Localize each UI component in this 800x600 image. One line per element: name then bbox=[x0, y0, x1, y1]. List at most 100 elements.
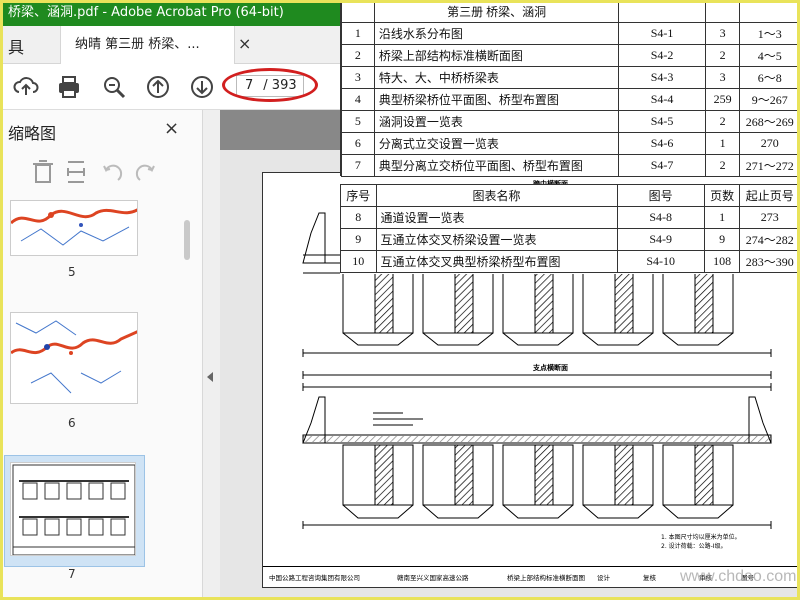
toc-cell-no: 6 bbox=[341, 132, 375, 155]
toc-cell-range: 273 bbox=[739, 206, 800, 229]
collapse-arrow-icon[interactable] bbox=[207, 372, 213, 382]
undo-icon[interactable] bbox=[103, 164, 123, 181]
document-tab-label: 纳晴 第三册 桥梁、... bbox=[75, 37, 200, 52]
titleblock-project: 赣南至兴义国家高速公路 bbox=[397, 574, 469, 582]
toc-cell-pages: 108 bbox=[703, 250, 741, 273]
drawing-note-2: 2. 设计荷载：公路-I级。 bbox=[661, 543, 727, 550]
thumbnail-drawing-7 bbox=[12, 464, 135, 555]
window-title: 桥梁、涵洞.pdf - Adobe Acrobat Pro (64-bit) bbox=[8, 5, 284, 20]
toc-cell-pages: 3 bbox=[704, 66, 741, 89]
page-down-icon[interactable] bbox=[188, 73, 216, 101]
toc-cell-code: S4-9 bbox=[616, 228, 705, 251]
toc-cell-range: 6～8 bbox=[739, 66, 800, 89]
toc-cell-code: S4-3 bbox=[618, 66, 706, 89]
toc-row: 4 典型桥梁桥位平面图、桥型布置图 S4-4 259 9～267 bbox=[341, 88, 800, 111]
toc-cell-code: S4-8 bbox=[616, 206, 705, 229]
toc-cell-pages: 3 bbox=[704, 22, 741, 45]
toc-table-top: 第三册 桥梁、涵洞 1 沿线水系分布图 S4-1 3 1～3 2 桥梁上部结构标… bbox=[341, 0, 800, 177]
toc-cell-range: 4～5 bbox=[739, 44, 800, 67]
toc-cell-no: 2 bbox=[341, 44, 375, 67]
toc-cell-pages: 2 bbox=[704, 44, 741, 67]
document-tab[interactable]: 纳晴 第三册 桥梁、... bbox=[60, 26, 235, 64]
thumbnail-label-5: 5 bbox=[68, 265, 76, 279]
toc-row: 10 互通立体交叉典型桥梁桥型布置图 S4-10 108 283～390 bbox=[340, 250, 800, 273]
redo-icon[interactable] bbox=[135, 164, 155, 181]
toc-cell-code: S4-1 bbox=[618, 22, 706, 45]
thumbnail-map-5 bbox=[11, 208, 137, 246]
thumbnail-map-6 bbox=[11, 320, 137, 394]
thumbnail-page-7[interactable] bbox=[10, 462, 136, 556]
toc-row: 1 沿线水系分布图 S4-1 3 1～3 bbox=[341, 22, 800, 45]
toc-cell-range: 271～272 bbox=[739, 154, 800, 177]
toc-cell-pages: 1 bbox=[704, 132, 741, 155]
toc-cell-code: S4-2 bbox=[618, 44, 706, 67]
print-icon[interactable] bbox=[55, 73, 83, 101]
titleblock-company: 中国公路工程咨询集团有限公司 bbox=[269, 574, 360, 582]
toc-row: 8 通道设置一览表 S4-8 1 273 bbox=[340, 206, 800, 229]
toc-book-heading: 第三册 桥梁、涵洞 bbox=[373, 0, 620, 23]
toc-cell-name: 通道设置一览表 bbox=[375, 206, 618, 229]
sidebar-collapse-strip[interactable] bbox=[203, 110, 220, 600]
zoom-icon[interactable] bbox=[100, 73, 128, 101]
toc-header-row: 序号 图表名称 图号 页数 起止页号 bbox=[340, 184, 800, 207]
toc-cell-no: 1 bbox=[341, 22, 375, 45]
toc-cell-name: 涵洞设置一览表 bbox=[373, 110, 620, 133]
toc-row: 2 桥梁上部结构标准横断面图 S4-2 2 4～5 bbox=[341, 44, 800, 67]
insert-pages-icon[interactable] bbox=[67, 161, 85, 183]
toc-cell-name: 分离式立交设置一览表 bbox=[373, 132, 620, 155]
toc-cell-pages: 259 bbox=[704, 88, 741, 111]
sidebar-close-icon[interactable]: × bbox=[164, 118, 179, 139]
toc-cell-no: 10 bbox=[340, 250, 377, 273]
tab-bar: 具 纳晴 第三册 桥梁、... × bbox=[0, 26, 340, 64]
thumbnail-label-7: 7 bbox=[68, 567, 76, 581]
toc-cell-name: 典型桥梁桥位平面图、桥型布置图 bbox=[373, 88, 620, 111]
titleblock-sheet: 桥梁上部结构标准横断面图 bbox=[507, 574, 585, 582]
toc-row: 7 典型分离立交桥位平面图、桥型布置图 S4-7 2 271～272 bbox=[341, 154, 800, 177]
toc-cell-name: 沿线水系分布图 bbox=[373, 22, 620, 45]
toc-cell-range: 268～269 bbox=[739, 110, 800, 133]
toc-header-pages: 页数 bbox=[703, 184, 741, 207]
toc-cell-no: 4 bbox=[341, 88, 375, 111]
window-titlebar: 桥梁、涵洞.pdf - Adobe Acrobat Pro (64-bit) bbox=[0, 0, 340, 26]
main-toolbar: 7/ 393 bbox=[0, 64, 340, 110]
delete-icon[interactable] bbox=[33, 160, 53, 183]
toc-header-no: 序号 bbox=[340, 184, 377, 207]
toc-cell-code: S4-6 bbox=[618, 132, 706, 155]
toc-cell-range: 274～282 bbox=[739, 228, 800, 251]
titleblock-design: 设计 bbox=[597, 574, 610, 582]
toc-cell-range: 1～3 bbox=[739, 22, 800, 45]
drawing-notes: 1. 本图尺寸均以厘米为单位。 2. 设计荷载：公路-I级。 bbox=[661, 533, 741, 551]
toc-cell-no: 9 bbox=[340, 228, 377, 251]
sidebar-scrollbar[interactable] bbox=[184, 220, 190, 260]
cloud-upload-icon[interactable] bbox=[12, 73, 40, 101]
toc-table-bottom: 序号 图表名称 图号 页数 起止页号 8 通道设置一览表 S4-8 1 273 … bbox=[340, 184, 800, 273]
thumbnail-page-5[interactable] bbox=[10, 200, 138, 256]
viewer-dark-strip bbox=[220, 110, 340, 150]
toc-cell-name: 桥梁上部结构标准横断面图 bbox=[373, 44, 620, 67]
toc-row: 5 涵洞设置一览表 S4-5 2 268～269 bbox=[341, 110, 800, 133]
toc-row: 3 特大、大、中桥桥梁表 S4-3 3 6～8 bbox=[341, 66, 800, 89]
toc-cell-name: 典型分离立交桥位平面图、桥型布置图 bbox=[373, 154, 620, 177]
toc-table-bottom-panel: 序号 图表名称 图号 页数 起止页号 8 通道设置一览表 S4-8 1 273 … bbox=[340, 184, 800, 274]
toc-book-heading-row: 第三册 桥梁、涵洞 bbox=[341, 0, 800, 23]
toc-cell-range: 9～267 bbox=[739, 88, 800, 111]
watermark-url: www.chdao.com bbox=[680, 568, 797, 585]
tools-tab[interactable]: 具 bbox=[8, 34, 24, 58]
drawing-note-1: 1. 本图尺寸均以厘米为单位。 bbox=[661, 534, 741, 541]
thumbnail-sidebar: 缩略图 × 5 6 7 bbox=[0, 110, 203, 600]
toc-cell-name: 互通立体交叉桥梁设置一览表 bbox=[375, 228, 618, 251]
page-up-icon[interactable] bbox=[144, 73, 172, 101]
thumbnail-page-6[interactable] bbox=[10, 312, 138, 404]
toc-cell-range: 283～390 bbox=[739, 250, 800, 273]
toc-cell-pages: 9 bbox=[703, 228, 741, 251]
toc-cell-pages: 2 bbox=[704, 154, 741, 177]
toc-row: 6 分离式立交设置一览表 S4-6 1 270 bbox=[341, 132, 800, 155]
toc-cell-pages: 1 bbox=[703, 206, 741, 229]
toc-table-top-panel: 第三册 桥梁、涵洞 1 沿线水系分布图 S4-1 3 1～3 2 桥梁上部结构标… bbox=[340, 0, 800, 177]
toc-cell-no: 7 bbox=[341, 154, 375, 177]
close-tab-icon[interactable]: × bbox=[238, 34, 251, 53]
toc-cell-code: S4-10 bbox=[616, 250, 705, 273]
sidebar-tools bbox=[33, 160, 155, 183]
toc-header-range: 起止页号 bbox=[739, 184, 800, 207]
toc-cell-pages: 2 bbox=[704, 110, 741, 133]
